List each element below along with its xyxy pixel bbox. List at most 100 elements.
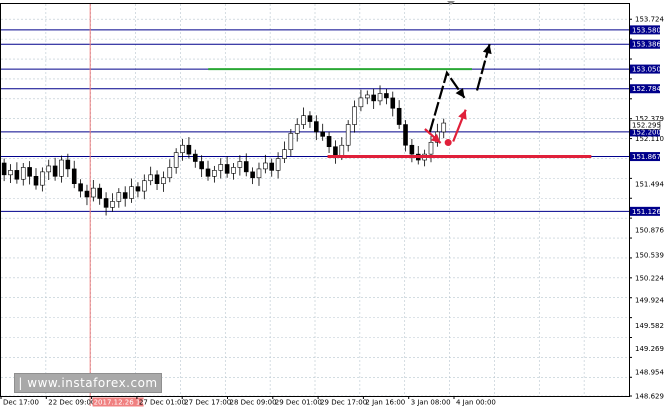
candle-body	[275, 158, 281, 171]
candle-body	[161, 177, 166, 184]
level-label: 153.386	[632, 41, 661, 49]
candle-body	[326, 136, 332, 148]
candle-body	[116, 192, 122, 202]
arrow-head	[455, 88, 465, 98]
x-tick-label: 3 Jan 08:00	[411, 399, 451, 407]
candle-body	[46, 165, 52, 173]
y-tick-label: 151.494	[635, 181, 664, 189]
candle-body	[269, 162, 275, 171]
candle-body	[142, 180, 147, 192]
y-tick-label: 150.539	[635, 251, 664, 259]
candle-body	[167, 167, 173, 179]
candle-body	[250, 171, 255, 179]
candle-body	[314, 121, 319, 133]
grid-vertical	[45, 4, 585, 396]
candle-body	[33, 175, 39, 186]
x-tick-label: 27 Dec 01:00	[139, 399, 186, 407]
level-label: 151.867	[632, 153, 661, 161]
candle-body	[110, 201, 115, 208]
x-tick-label: 28 Dec 09:00	[230, 399, 277, 407]
candle-body	[339, 144, 345, 156]
x-tick-label: 29 Dec 01:00	[275, 399, 322, 407]
candle-body	[71, 168, 77, 184]
candle-body	[20, 167, 26, 180]
level-label: 153.050	[632, 66, 661, 74]
x-tick-label: 27 Dec 17:00	[184, 399, 231, 407]
x-tick-label: 29 Dec 17:00	[320, 399, 367, 407]
candle-body	[243, 161, 249, 173]
y-tick-label: 150.224	[635, 275, 664, 283]
candle-body	[180, 144, 185, 153]
candle-body	[231, 167, 236, 174]
candle-body	[333, 146, 338, 156]
x-tick-label: 2 Jan 16:00	[365, 399, 405, 407]
y-tick-label: 149.582	[635, 322, 664, 330]
candle-body	[14, 170, 20, 180]
candles	[1, 85, 447, 216]
candle-body	[186, 144, 192, 155]
candle-body	[173, 152, 179, 168]
candle-body	[199, 161, 204, 170]
forex-chart: 153.724152.379152.110151.494150.876150.5…	[0, 1, 664, 407]
candle-body	[27, 167, 32, 177]
candle-body	[212, 170, 217, 177]
candle-body	[40, 171, 45, 186]
candle-body	[154, 174, 160, 184]
y-tick-label: 148.629	[635, 393, 664, 401]
candle-body	[192, 153, 198, 162]
candle-body	[135, 186, 141, 192]
candle-body	[352, 106, 357, 125]
candle-body	[1, 162, 7, 176]
grid-horizontal	[1, 18, 629, 397]
y-tick-label: 150.876	[635, 226, 664, 234]
candle-body	[364, 94, 370, 99]
red-dot-marker	[444, 139, 452, 147]
candle-body	[224, 164, 230, 174]
level-label: 151.126	[632, 208, 661, 216]
x-tick-label: 4 Jan 00:00	[456, 399, 496, 407]
candle-body	[396, 107, 402, 125]
candle-body	[384, 93, 389, 99]
candle-body	[256, 168, 262, 179]
candle-body	[218, 164, 224, 171]
level-label: 153.580	[632, 26, 661, 34]
candle-body	[345, 124, 351, 146]
y-tick-label: 149.924	[635, 297, 664, 305]
y-tick-label: 148.954	[635, 368, 664, 376]
x-axis: Dec 17:00 22 Dec 09:002017.12.26 14:0027 …	[0, 396, 496, 407]
candle-body	[65, 159, 71, 170]
candle-body	[428, 141, 434, 155]
watermark-logo: | www.instaforex.com	[14, 373, 162, 393]
candle-body	[288, 133, 294, 150]
candle-body	[301, 115, 306, 125]
candle-body	[320, 131, 325, 137]
candle-body	[78, 183, 83, 192]
candle-body	[91, 187, 96, 198]
candle-body	[103, 198, 109, 208]
candle-body	[403, 124, 408, 146]
candle-body	[84, 190, 90, 198]
candle-body	[377, 93, 383, 102]
x-tick-label: 22 Dec 09:00	[48, 399, 95, 407]
candle-body	[122, 192, 128, 199]
candle-body	[237, 161, 243, 168]
candle-body	[282, 149, 287, 159]
candle-body	[409, 144, 415, 155]
candle-body	[129, 186, 134, 199]
candle-body	[371, 94, 376, 102]
y-tick-label: 149.269	[635, 345, 664, 353]
y-tick-label: 153.724	[635, 16, 664, 24]
candle-body	[52, 165, 58, 177]
candle-body	[358, 97, 364, 108]
candle-body	[294, 124, 300, 134]
candle-body	[205, 168, 211, 177]
candle-body	[59, 159, 64, 177]
x-tick-label: Dec 17:00	[3, 399, 39, 407]
candle-body	[441, 122, 447, 133]
current-price-label: 152.295	[632, 121, 661, 129]
candle-body	[148, 174, 153, 182]
candle-body	[97, 187, 103, 199]
candle-body	[307, 115, 313, 122]
candle-body	[390, 97, 396, 109]
level-label: 152.784	[632, 85, 661, 93]
